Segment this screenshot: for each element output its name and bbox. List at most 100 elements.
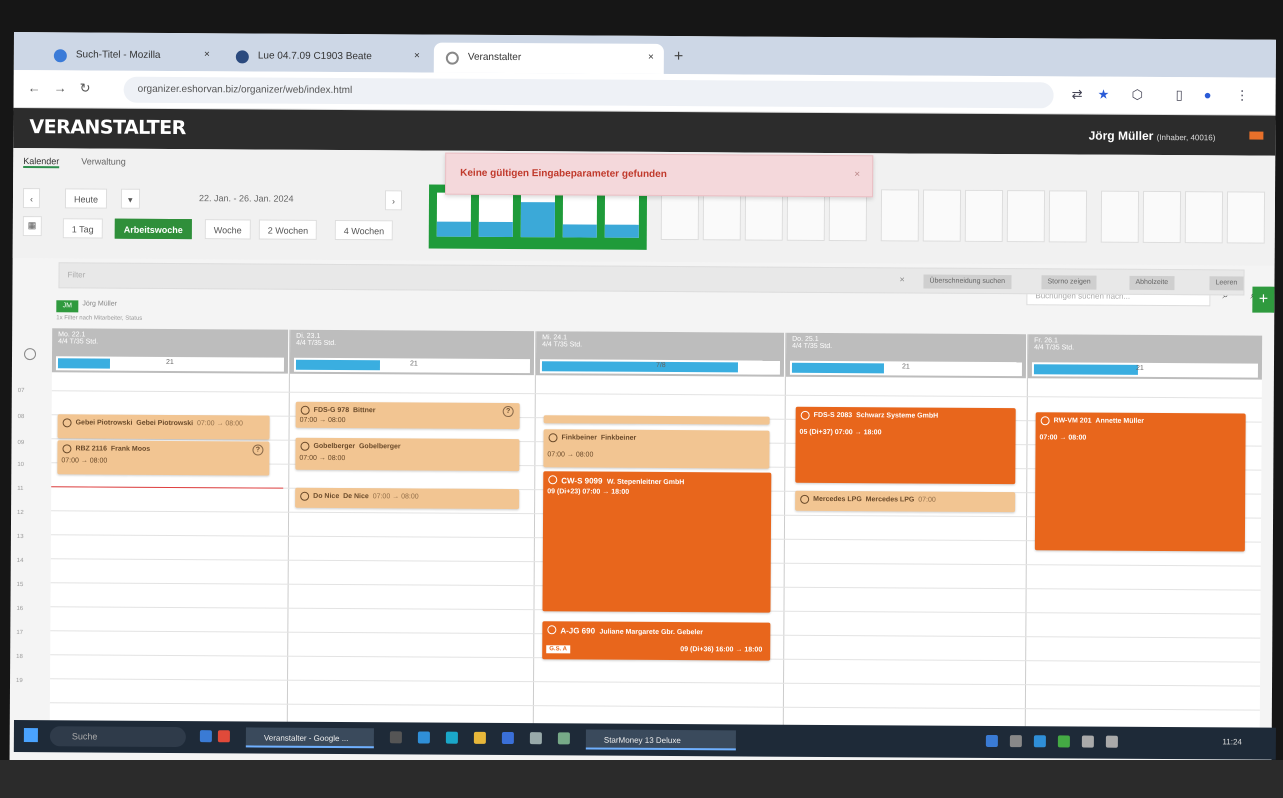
day-header-do[interactable]: Do. 25.1 4/4 T/35 Std. 21 bbox=[785, 332, 1027, 379]
today-button[interactable]: Heute bbox=[64, 188, 108, 209]
event-finkbeiner[interactable]: Finkbeiner Finkbeiner 07:00 → 08:00 bbox=[543, 429, 770, 469]
monitor-bezel bbox=[0, 760, 1283, 798]
capacity-slot[interactable] bbox=[436, 192, 472, 237]
tab-kalender[interactable]: Kalender bbox=[23, 156, 60, 169]
reload-icon[interactable]: ↻ bbox=[80, 80, 91, 96]
hour-label: 16 bbox=[16, 606, 24, 613]
tray-icon[interactable] bbox=[1009, 735, 1022, 748]
help-icon[interactable]: ? bbox=[252, 444, 264, 456]
taskbar-app-starmoney[interactable]: StarMoney 13 Deluxe bbox=[585, 729, 736, 751]
edge-icon[interactable] bbox=[417, 731, 430, 744]
tab-verwaltung[interactable]: Verwaltung bbox=[81, 156, 126, 166]
task-view-icon[interactable] bbox=[389, 731, 402, 744]
taskbar-search[interactable]: Suche bbox=[49, 726, 186, 748]
sidebar-icon[interactable]: ▯ bbox=[1176, 87, 1183, 103]
event-gebei-piotrowski[interactable]: Gebei Piotrowski Gebei Piotrowski 07:00 … bbox=[57, 414, 270, 440]
day-header-mo[interactable]: Mo. 22.1 4/4 T/35 Std. 21 bbox=[51, 328, 289, 374]
back-icon[interactable]: ← bbox=[28, 80, 41, 95]
week-overview-slot[interactable] bbox=[964, 189, 1004, 243]
clear-button[interactable]: Leeren bbox=[1209, 276, 1244, 291]
add-booking-button[interactable]: + bbox=[1252, 286, 1275, 313]
dropdown-icon[interactable]: ▾ bbox=[120, 188, 140, 209]
new-tab-button[interactable]: + bbox=[674, 48, 683, 66]
view-4-wochen[interactable]: 4 Wochen bbox=[334, 219, 394, 241]
prev-button[interactable]: ‹ bbox=[22, 188, 41, 209]
user-menu[interactable]: Jörg Müller (Inhaber, 40016) bbox=[1089, 129, 1216, 144]
browser-icon[interactable] bbox=[501, 731, 514, 745]
week-overview-slot[interactable] bbox=[1226, 191, 1266, 244]
extensions-icon[interactable]: ⬡ bbox=[1132, 87, 1143, 103]
user-chip[interactable]: JM bbox=[56, 300, 79, 313]
week-overview-slot[interactable] bbox=[1006, 190, 1046, 243]
hour-label: 14 bbox=[16, 558, 24, 565]
event-rw-vm-201[interactable]: RW-VM 201 Annette Müller 07:00 → 08:00 bbox=[1034, 412, 1246, 552]
help-icon[interactable]: ? bbox=[502, 405, 514, 418]
windows-start-icon[interactable] bbox=[23, 728, 38, 743]
app-icon[interactable] bbox=[557, 732, 570, 745]
day-header-di[interactable]: Di. 23.1 4/4 T/35 Std. 21 bbox=[289, 329, 535, 376]
capacity-slot[interactable] bbox=[520, 193, 556, 238]
loading-icon bbox=[445, 51, 459, 65]
event-a-jg-690[interactable]: A-JG 690 Juliane Margarete Gbr. Gebeler … bbox=[542, 621, 771, 661]
calendar-icon[interactable]: ▦ bbox=[22, 216, 42, 237]
app-logo: VERANSTALTER bbox=[29, 116, 186, 140]
browser-tab-2[interactable]: Lue 04.7.09 C1903 Beate × bbox=[224, 41, 430, 72]
close-tab-icon[interactable]: × bbox=[648, 52, 654, 63]
capacity-slot[interactable] bbox=[562, 193, 598, 238]
view-2-wochen[interactable]: 2 Wochen bbox=[258, 219, 318, 240]
logout-icon[interactable] bbox=[1249, 131, 1264, 140]
translate-icon[interactable]: ⇄ bbox=[1072, 86, 1083, 102]
day-header-mi[interactable]: Mi. 24.1 4/4 T/35 Std. 7/8 bbox=[535, 331, 785, 377]
tray-icon[interactable] bbox=[1033, 735, 1046, 748]
view-arbeitswoche[interactable]: Arbeitswoche bbox=[114, 218, 192, 240]
event-fds-s-2083[interactable]: FDS-S 2083 Schwarz Systeme GmbH 05 (Di+3… bbox=[795, 406, 1016, 485]
store-icon[interactable] bbox=[445, 731, 458, 744]
bookmark-star-icon[interactable]: ★ bbox=[1098, 87, 1110, 103]
close-tab-icon[interactable]: × bbox=[204, 49, 210, 60]
news-icon[interactable] bbox=[217, 730, 230, 743]
browser-tab-active[interactable]: Veranstalter × bbox=[433, 42, 664, 74]
tray-icon[interactable] bbox=[1057, 735, 1070, 748]
event-collapsed[interactable] bbox=[543, 415, 770, 425]
week-overview-slot[interactable] bbox=[1184, 191, 1224, 244]
event-cw-s-9099[interactable]: CW-S 9099 W. Stepenleitner GmbH 09 (Di+2… bbox=[542, 471, 772, 613]
menu-kebab-icon[interactable]: ⋮ bbox=[1236, 87, 1249, 103]
view-1-tag[interactable]: 1 Tag bbox=[62, 218, 103, 239]
week-overview-slot[interactable] bbox=[1048, 190, 1088, 243]
close-alert-icon[interactable]: × bbox=[854, 169, 860, 180]
hour-label: 09 bbox=[17, 440, 25, 447]
calculator-icon[interactable] bbox=[529, 732, 542, 745]
event-mercedes-lpg[interactable]: Mercedes LPG Mercedes LPG 07:00 bbox=[795, 490, 1016, 513]
browser-tab-1[interactable]: Such-Titel - Mozilla × bbox=[42, 40, 220, 71]
network-icon[interactable] bbox=[1081, 735, 1094, 748]
abholzeit-toggle[interactable]: Abholzeite bbox=[1129, 275, 1175, 291]
week-overview-slot[interactable] bbox=[1100, 190, 1140, 243]
overlap-toggle[interactable]: Überschneidung suchen bbox=[923, 274, 1012, 290]
event-do-nice[interactable]: Do Nice De Nice 07:00 → 08:00 bbox=[295, 487, 520, 510]
date-range: 22. Jan. - 26. Jan. 2024 bbox=[198, 193, 294, 204]
explorer-icon[interactable] bbox=[473, 731, 486, 744]
capacity-slot[interactable] bbox=[604, 193, 640, 238]
clear-filter-icon[interactable]: × bbox=[899, 274, 904, 284]
forward-icon[interactable]: → bbox=[54, 80, 67, 95]
hour-label: 11 bbox=[17, 486, 24, 493]
close-tab-icon[interactable]: × bbox=[414, 50, 420, 61]
week-overview-slot[interactable] bbox=[922, 189, 962, 242]
profile-icon[interactable]: ● bbox=[1204, 87, 1212, 102]
event-fds-g-978[interactable]: FDS-G 978 Bittner ? 07:00 → 08:00 bbox=[295, 401, 520, 430]
storno-toggle[interactable]: Storno zeigen bbox=[1041, 275, 1097, 290]
url-field[interactable]: organizer.eshorvan.biz/organizer/web/ind… bbox=[123, 76, 1054, 109]
week-overview-slot[interactable] bbox=[1142, 190, 1182, 244]
next-button[interactable]: › bbox=[384, 190, 403, 211]
widgets-icon[interactable] bbox=[199, 730, 212, 743]
taskbar-app-chrome[interactable]: Veranstalter - Google ... bbox=[245, 727, 374, 749]
view-woche[interactable]: Woche bbox=[204, 219, 251, 240]
event-rbz-2116[interactable]: RBZ 2116 Frank Moos ? 07:00 → 08:00 bbox=[57, 440, 270, 476]
event-gobelberger[interactable]: Gobelberger Gobelberger 07:00 → 08:00 bbox=[295, 437, 520, 472]
day-header-fr[interactable]: Fr. 26.1 4/4 T/35 Std. 21 bbox=[1027, 334, 1263, 380]
tray-icon[interactable] bbox=[985, 734, 998, 748]
filter-input[interactable]: Filter bbox=[67, 270, 85, 279]
volume-icon[interactable] bbox=[1105, 735, 1118, 748]
week-overview-slot[interactable] bbox=[880, 189, 920, 242]
capacity-slot[interactable] bbox=[478, 192, 514, 238]
